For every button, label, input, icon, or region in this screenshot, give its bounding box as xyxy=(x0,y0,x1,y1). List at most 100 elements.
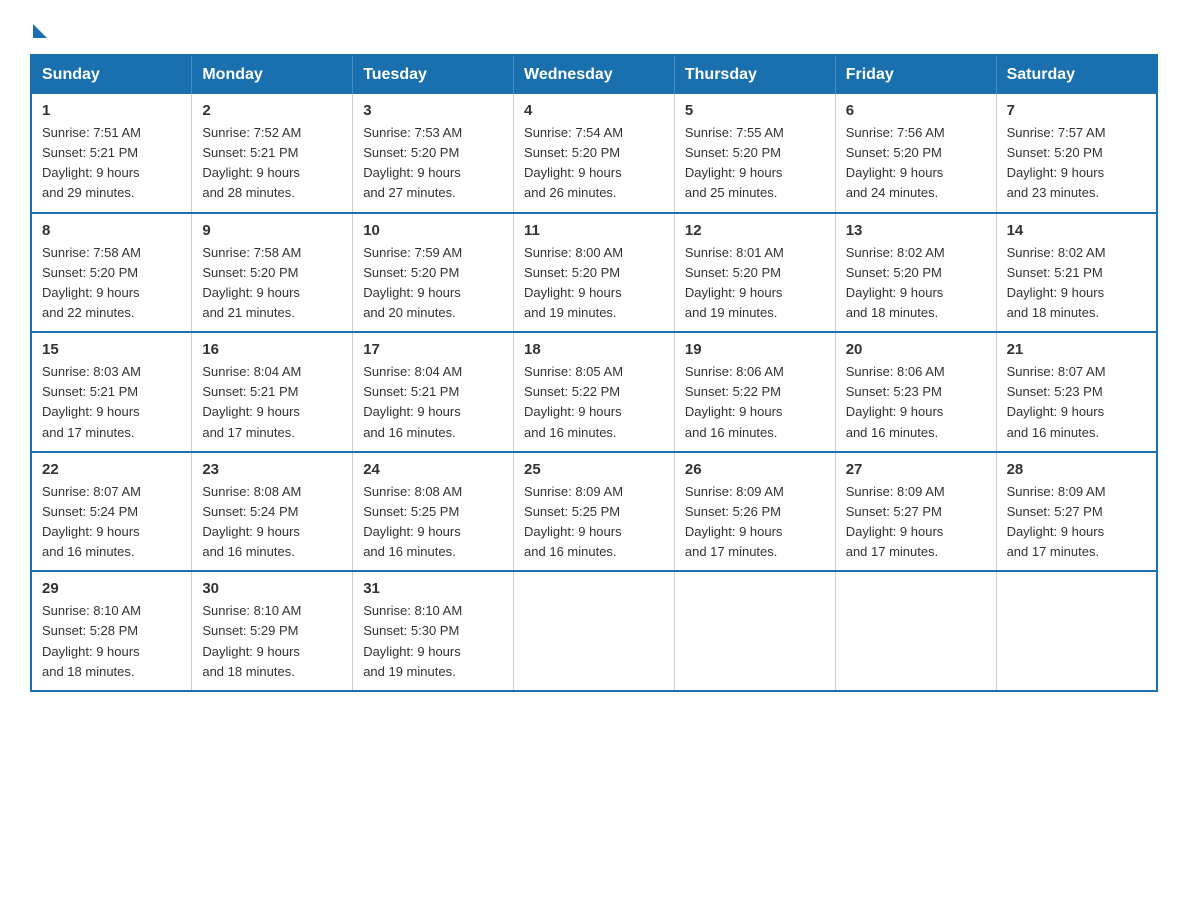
day-info: Sunrise: 7:59 AMSunset: 5:20 PMDaylight:… xyxy=(363,245,462,320)
day-number: 14 xyxy=(1007,222,1146,239)
page-header xyxy=(30,20,1158,36)
day-number: 30 xyxy=(202,580,342,597)
calendar-week-row: 8 Sunrise: 7:58 AMSunset: 5:20 PMDayligh… xyxy=(31,213,1157,333)
day-number: 18 xyxy=(524,341,664,358)
day-number: 9 xyxy=(202,222,342,239)
day-number: 26 xyxy=(685,461,825,478)
column-header-sunday: Sunday xyxy=(31,55,192,94)
day-info: Sunrise: 8:10 AMSunset: 5:29 PMDaylight:… xyxy=(202,603,301,678)
calendar-cell: 14 Sunrise: 8:02 AMSunset: 5:21 PMDaylig… xyxy=(996,213,1157,333)
day-info: Sunrise: 8:09 AMSunset: 5:25 PMDaylight:… xyxy=(524,484,623,559)
day-number: 24 xyxy=(363,461,503,478)
calendar-cell: 6 Sunrise: 7:56 AMSunset: 5:20 PMDayligh… xyxy=(835,94,996,213)
calendar-cell xyxy=(674,571,835,691)
calendar-header-row: SundayMondayTuesdayWednesdayThursdayFrid… xyxy=(31,55,1157,94)
day-number: 31 xyxy=(363,580,503,597)
day-info: Sunrise: 7:56 AMSunset: 5:20 PMDaylight:… xyxy=(846,125,945,200)
day-info: Sunrise: 7:58 AMSunset: 5:20 PMDaylight:… xyxy=(202,245,301,320)
day-number: 12 xyxy=(685,222,825,239)
calendar-week-row: 29 Sunrise: 8:10 AMSunset: 5:28 PMDaylig… xyxy=(31,571,1157,691)
calendar-cell: 16 Sunrise: 8:04 AMSunset: 5:21 PMDaylig… xyxy=(192,332,353,452)
day-info: Sunrise: 7:57 AMSunset: 5:20 PMDaylight:… xyxy=(1007,125,1106,200)
calendar-cell: 27 Sunrise: 8:09 AMSunset: 5:27 PMDaylig… xyxy=(835,452,996,572)
day-info: Sunrise: 7:58 AMSunset: 5:20 PMDaylight:… xyxy=(42,245,141,320)
calendar-cell xyxy=(996,571,1157,691)
day-info: Sunrise: 8:06 AMSunset: 5:22 PMDaylight:… xyxy=(685,364,784,439)
day-number: 1 xyxy=(42,102,181,119)
day-number: 3 xyxy=(363,102,503,119)
day-number: 23 xyxy=(202,461,342,478)
day-info: Sunrise: 8:04 AMSunset: 5:21 PMDaylight:… xyxy=(202,364,301,439)
calendar-week-row: 22 Sunrise: 8:07 AMSunset: 5:24 PMDaylig… xyxy=(31,452,1157,572)
day-number: 4 xyxy=(524,102,664,119)
calendar-cell: 1 Sunrise: 7:51 AMSunset: 5:21 PMDayligh… xyxy=(31,94,192,213)
day-number: 8 xyxy=(42,222,181,239)
calendar-cell: 25 Sunrise: 8:09 AMSunset: 5:25 PMDaylig… xyxy=(514,452,675,572)
column-header-monday: Monday xyxy=(192,55,353,94)
day-info: Sunrise: 7:51 AMSunset: 5:21 PMDaylight:… xyxy=(42,125,141,200)
day-number: 2 xyxy=(202,102,342,119)
day-info: Sunrise: 8:09 AMSunset: 5:27 PMDaylight:… xyxy=(846,484,945,559)
column-header-thursday: Thursday xyxy=(674,55,835,94)
calendar-week-row: 1 Sunrise: 7:51 AMSunset: 5:21 PMDayligh… xyxy=(31,94,1157,213)
day-number: 17 xyxy=(363,341,503,358)
column-header-friday: Friday xyxy=(835,55,996,94)
calendar-cell: 31 Sunrise: 8:10 AMSunset: 5:30 PMDaylig… xyxy=(353,571,514,691)
calendar-cell: 11 Sunrise: 8:00 AMSunset: 5:20 PMDaylig… xyxy=(514,213,675,333)
calendar-table: SundayMondayTuesdayWednesdayThursdayFrid… xyxy=(30,54,1158,692)
day-info: Sunrise: 8:06 AMSunset: 5:23 PMDaylight:… xyxy=(846,364,945,439)
day-number: 11 xyxy=(524,222,664,239)
logo xyxy=(30,20,47,36)
day-number: 10 xyxy=(363,222,503,239)
calendar-cell xyxy=(514,571,675,691)
day-info: Sunrise: 7:55 AMSunset: 5:20 PMDaylight:… xyxy=(685,125,784,200)
day-number: 15 xyxy=(42,341,181,358)
day-number: 29 xyxy=(42,580,181,597)
day-info: Sunrise: 8:02 AMSunset: 5:21 PMDaylight:… xyxy=(1007,245,1106,320)
day-number: 5 xyxy=(685,102,825,119)
day-number: 21 xyxy=(1007,341,1146,358)
day-number: 6 xyxy=(846,102,986,119)
day-number: 19 xyxy=(685,341,825,358)
day-info: Sunrise: 8:09 AMSunset: 5:27 PMDaylight:… xyxy=(1007,484,1106,559)
day-info: Sunrise: 8:03 AMSunset: 5:21 PMDaylight:… xyxy=(42,364,141,439)
day-number: 13 xyxy=(846,222,986,239)
calendar-cell: 29 Sunrise: 8:10 AMSunset: 5:28 PMDaylig… xyxy=(31,571,192,691)
day-number: 16 xyxy=(202,341,342,358)
day-number: 22 xyxy=(42,461,181,478)
calendar-cell: 20 Sunrise: 8:06 AMSunset: 5:23 PMDaylig… xyxy=(835,332,996,452)
calendar-cell: 22 Sunrise: 8:07 AMSunset: 5:24 PMDaylig… xyxy=(31,452,192,572)
day-info: Sunrise: 8:07 AMSunset: 5:23 PMDaylight:… xyxy=(1007,364,1106,439)
day-info: Sunrise: 7:53 AMSunset: 5:20 PMDaylight:… xyxy=(363,125,462,200)
day-number: 27 xyxy=(846,461,986,478)
day-info: Sunrise: 8:05 AMSunset: 5:22 PMDaylight:… xyxy=(524,364,623,439)
calendar-week-row: 15 Sunrise: 8:03 AMSunset: 5:21 PMDaylig… xyxy=(31,332,1157,452)
calendar-cell: 3 Sunrise: 7:53 AMSunset: 5:20 PMDayligh… xyxy=(353,94,514,213)
calendar-cell: 23 Sunrise: 8:08 AMSunset: 5:24 PMDaylig… xyxy=(192,452,353,572)
day-info: Sunrise: 8:04 AMSunset: 5:21 PMDaylight:… xyxy=(363,364,462,439)
day-info: Sunrise: 8:10 AMSunset: 5:30 PMDaylight:… xyxy=(363,603,462,678)
calendar-cell: 4 Sunrise: 7:54 AMSunset: 5:20 PMDayligh… xyxy=(514,94,675,213)
calendar-cell: 12 Sunrise: 8:01 AMSunset: 5:20 PMDaylig… xyxy=(674,213,835,333)
calendar-cell: 30 Sunrise: 8:10 AMSunset: 5:29 PMDaylig… xyxy=(192,571,353,691)
calendar-cell: 24 Sunrise: 8:08 AMSunset: 5:25 PMDaylig… xyxy=(353,452,514,572)
calendar-cell: 28 Sunrise: 8:09 AMSunset: 5:27 PMDaylig… xyxy=(996,452,1157,572)
column-header-wednesday: Wednesday xyxy=(514,55,675,94)
calendar-cell: 10 Sunrise: 7:59 AMSunset: 5:20 PMDaylig… xyxy=(353,213,514,333)
calendar-cell: 18 Sunrise: 8:05 AMSunset: 5:22 PMDaylig… xyxy=(514,332,675,452)
day-info: Sunrise: 8:01 AMSunset: 5:20 PMDaylight:… xyxy=(685,245,784,320)
day-number: 28 xyxy=(1007,461,1146,478)
logo-arrow-icon xyxy=(33,24,47,38)
calendar-cell: 2 Sunrise: 7:52 AMSunset: 5:21 PMDayligh… xyxy=(192,94,353,213)
day-info: Sunrise: 8:08 AMSunset: 5:24 PMDaylight:… xyxy=(202,484,301,559)
calendar-cell: 5 Sunrise: 7:55 AMSunset: 5:20 PMDayligh… xyxy=(674,94,835,213)
day-info: Sunrise: 7:54 AMSunset: 5:20 PMDaylight:… xyxy=(524,125,623,200)
calendar-cell: 15 Sunrise: 8:03 AMSunset: 5:21 PMDaylig… xyxy=(31,332,192,452)
day-info: Sunrise: 8:10 AMSunset: 5:28 PMDaylight:… xyxy=(42,603,141,678)
calendar-cell: 9 Sunrise: 7:58 AMSunset: 5:20 PMDayligh… xyxy=(192,213,353,333)
day-number: 7 xyxy=(1007,102,1146,119)
calendar-cell xyxy=(835,571,996,691)
day-info: Sunrise: 7:52 AMSunset: 5:21 PMDaylight:… xyxy=(202,125,301,200)
calendar-cell: 26 Sunrise: 8:09 AMSunset: 5:26 PMDaylig… xyxy=(674,452,835,572)
day-number: 25 xyxy=(524,461,664,478)
